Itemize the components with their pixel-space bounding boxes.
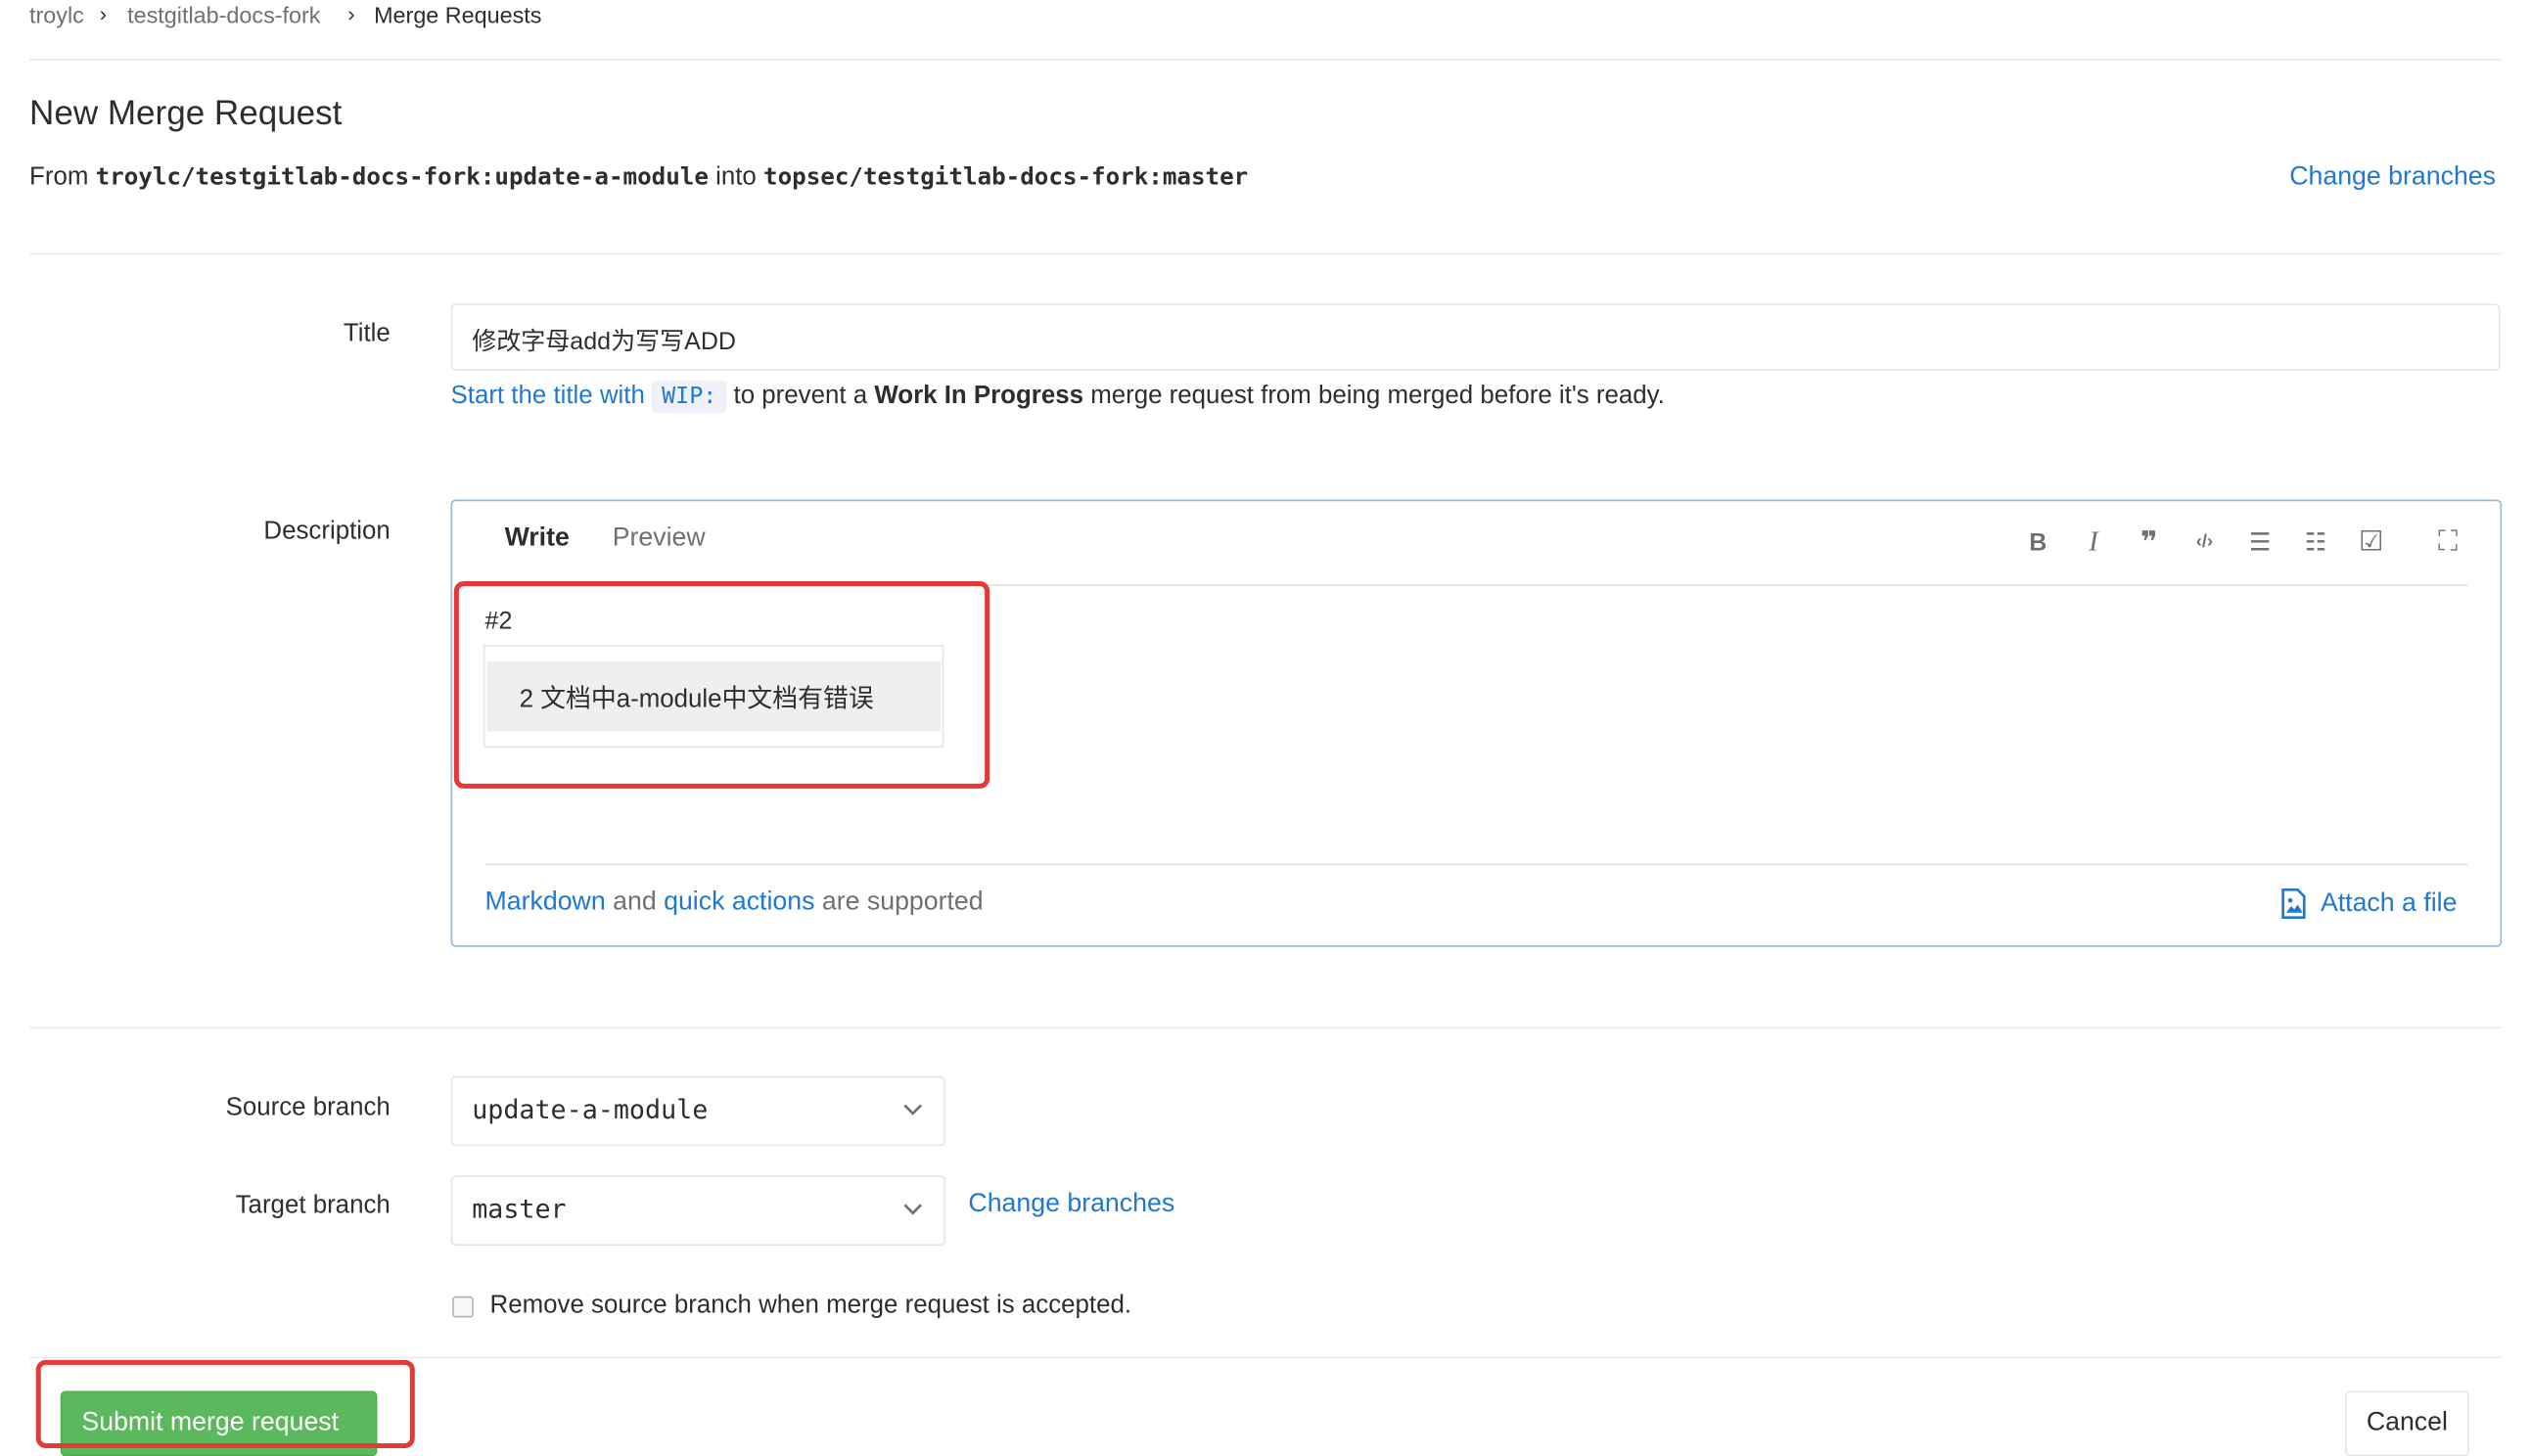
breadcrumb-item-merge-requests[interactable]: Merge Requests [374,2,541,28]
target-branch-value: master [472,1193,567,1225]
wip-hint-text: merge request from being merged before i… [1090,382,1665,410]
target-ref: topsec/testgitlab-docs-fork:master [763,164,1249,192]
branch-summary: From troylc/testgitlab-docs-fork:update-… [29,163,1248,193]
change-branches-link[interactable]: Change branches [2289,163,2496,193]
quote-icon[interactable]: ❞ [2133,524,2165,561]
divider [29,1026,2503,1029]
breadcrumb-chevron-icon: › [99,1,108,26]
task-list-icon[interactable]: ☑ [2355,524,2387,561]
italic-icon[interactable]: I [2077,524,2109,561]
target-branch-label: Target branch [235,1192,391,1220]
remove-source-branch-checkbox[interactable] [452,1296,474,1318]
markdown-note-text: and [613,887,657,917]
tab-preview[interactable]: Preview [613,524,706,554]
wip-hint-text[interactable]: Start the title with [451,382,645,409]
page-title: New Merge Request [29,94,343,133]
source-branch-label: Source branch [225,1093,391,1122]
from-word: From [29,162,89,192]
attach-file-button[interactable]: Attach a file [2279,887,2458,920]
editor-divider [484,863,2468,866]
markdown-note: Markdown and quick actions are supported [485,888,984,918]
wip-hint-bold: Work In Progress [874,382,1083,410]
title-input[interactable]: 修改字母add为写写ADD [450,303,2501,371]
cancel-button[interactable]: Cancel [2344,1390,2469,1456]
source-branch-value: update-a-module [472,1093,709,1125]
change-branches-link[interactable]: Change branches [968,1190,1174,1219]
chevron-down-icon [903,1204,922,1215]
into-word: into [715,162,757,192]
attach-image-icon [2281,887,2306,920]
numbered-list-icon[interactable]: ☷ [2299,524,2331,561]
target-branch-select[interactable]: master [450,1175,946,1247]
attach-file-label[interactable]: Attach a file [2321,888,2458,918]
wip-hint-link[interactable]: Start the title with WIP: [451,380,734,414]
description-label: Description [263,517,391,546]
highlight-box [35,1359,415,1448]
divider [29,59,2503,61]
breadcrumb-item-project[interactable]: testgitlab-docs-fork [127,2,320,28]
quick-actions-link[interactable]: quick actions [664,888,814,916]
remove-source-branch-label[interactable]: Remove source branch when merge request … [490,1292,1132,1321]
fullscreen-icon[interactable]: ⛶ [2431,524,2463,561]
code-icon[interactable]: ‹/› [2188,524,2221,561]
bold-icon[interactable]: B [2022,524,2054,561]
source-ref: troylc/testgitlab-docs-fork:update-a-mod… [95,164,709,192]
bullet-list-icon[interactable]: ☰ [2244,524,2277,561]
divider [29,1356,2503,1359]
wip-hint-text: to prevent a [733,382,868,410]
source-branch-select[interactable]: update-a-module [450,1075,946,1147]
breadcrumb-chevron-icon: › [347,1,355,26]
markdown-link[interactable]: Markdown [485,888,606,916]
wip-code[interactable]: WIP: [652,380,727,414]
highlight-box [453,580,990,789]
chevron-down-icon [903,1104,922,1115]
tab-write[interactable]: Write [505,524,570,554]
title-label: Title [343,320,391,348]
wip-hint: Start the title with WIP: to prevent a W… [451,380,1665,414]
markdown-note-text: are supported [821,887,984,917]
divider [29,252,2503,255]
breadcrumb-item-user[interactable]: troylc [29,2,84,28]
